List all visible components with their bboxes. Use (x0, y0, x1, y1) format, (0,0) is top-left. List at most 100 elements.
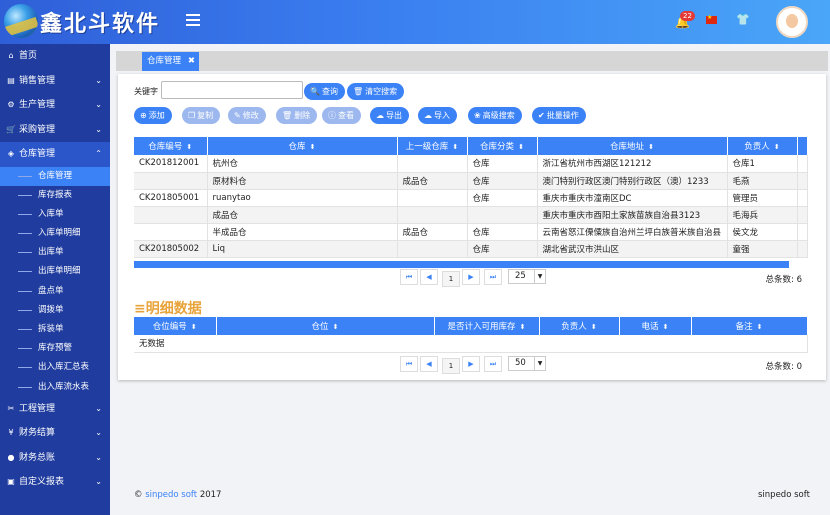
table-cell (797, 172, 808, 190)
column-header-6[interactable] (797, 137, 808, 155)
column-header-1[interactable]: 仓库 ⬍ (207, 137, 398, 155)
table-row[interactable]: 成品仓 重庆市重庆市酉阳土家族苗族自治县3123 毛海兵 (134, 206, 808, 224)
menu-toggle-icon[interactable] (186, 14, 200, 26)
clear-search-button[interactable]: 🗑 清空搜索 (347, 83, 405, 100)
toolbar-button-0[interactable]: ⊕ 添加 (134, 107, 172, 124)
sidebar-item-label: 财务结算 (19, 428, 56, 439)
sidebar-item-label: 自定义报表 (19, 477, 65, 488)
sidebar-item-label: 工程管理 (19, 403, 56, 414)
sidebar-item-bottom-3[interactable]: ▣ 自定义报表 ⌄ (0, 470, 110, 495)
next-page-icon[interactable]: ▶ (462, 269, 480, 285)
toolbar-button-1[interactable]: ❐ 复制 (182, 107, 221, 124)
toolbar-button-label: 修改 (242, 111, 259, 120)
column-header-0[interactable]: 仓库编号 ⬍ (134, 137, 208, 155)
chevron-icon: ⌃ (95, 149, 102, 158)
sidebar-subitem-7[interactable]: 调拨单 (0, 301, 110, 320)
toolbar-button-3[interactable]: 🗑 删除 (276, 107, 318, 124)
table-cell: Liq (207, 240, 398, 258)
table-cell: 湖北省武汉市洪山区 (537, 240, 728, 258)
cloud-upload-icon: ☁ (376, 111, 384, 120)
page-size-select[interactable]: 25 ▼ (508, 269, 546, 284)
info-icon: ⓘ (328, 111, 336, 120)
detail-column-header-2[interactable]: 是否计入可用库存 ⬍ (434, 317, 540, 335)
sidebar-subitem-0[interactable]: 仓库管理 (0, 166, 110, 186)
detail-column-header-0[interactable]: 仓位编号 ⬍ (134, 317, 217, 335)
toolbar-button-4[interactable]: ⓘ 查看 (322, 107, 361, 124)
column-header-label: 负责人 (561, 322, 587, 332)
sidebar-subitem-3[interactable]: 入库单明细 (0, 224, 110, 243)
page-size-value: 25 (515, 271, 526, 281)
sidebar-subitem-5[interactable]: 出库单明细 (0, 262, 110, 281)
user-avatar[interactable] (776, 6, 808, 38)
prev-page-icon[interactable]: ◀ (420, 269, 438, 285)
column-header-5[interactable]: 负责人 ⬍ (727, 137, 798, 155)
column-header-2[interactable]: 上一级仓库 ⬍ (397, 137, 468, 155)
sidebar-item-top-0[interactable]: ⌂ 首页 (0, 44, 110, 69)
sidebar-item-label: 采购管理 (19, 124, 56, 135)
last-page-icon[interactable]: ⏭ (484, 356, 502, 372)
toolbar-button-8[interactable]: ✔ 批量操作 (532, 107, 586, 124)
sidebar-item-top-4[interactable]: ◈ 仓库管理 ⌃ (0, 142, 110, 167)
tools-icon: ✂ (7, 403, 15, 413)
paw-icon: ❀ (474, 111, 481, 120)
theme-shirt-icon[interactable]: 👕 (736, 13, 750, 26)
company-link[interactable]: sinpedo soft (145, 490, 197, 500)
detail-column-header-4[interactable]: 电话 ⬍ (619, 317, 692, 335)
table-cell (397, 189, 468, 207)
toolbar-button-6[interactable]: ☁ 导入 (418, 107, 457, 124)
toolbar-button-2[interactable]: ✎ 修改 (228, 107, 266, 124)
toolbar-button-7[interactable]: ❀ 高级搜索 (468, 107, 522, 124)
cart-icon: 🛒 (6, 124, 16, 134)
table-row[interactable]: CK201805002 Liq 仓库 湖北省武汉市洪山区 童强 (134, 240, 808, 258)
detail-column-header-1[interactable]: 仓位 ⬍ (216, 317, 435, 335)
table-row[interactable]: 半成品仓 成品仓 仓库 云南省怒江傈僳族自治州兰坪白族普米族自治县 侯文龙 (134, 223, 808, 241)
detail-column-header-5[interactable]: 备注 ⬍ (691, 317, 808, 335)
sidebar-subitem-4[interactable]: 出库单 (0, 243, 110, 262)
query-button[interactable]: 🔍 查询 (304, 83, 345, 100)
check-circle-icon: ✔ (538, 111, 545, 120)
sidebar-item-top-2[interactable]: ⚙ 生产管理 ⌄ (0, 93, 110, 118)
sidebar-subitem-11[interactable]: 出入库流水表 (0, 378, 110, 397)
table-cell (134, 206, 208, 224)
tab-warehouse-management[interactable]: 仓库管理 ✖ (142, 52, 200, 71)
sidebar-item-top-3[interactable]: 🛒 采购管理 ⌄ (0, 118, 110, 143)
table-cell: 云南省怒江傈僳族自治州兰坪白族普米族自治县 (537, 223, 728, 241)
sidebar-subitem-2[interactable]: 入库单 (0, 205, 110, 224)
pager: ⏮ ◀ 1 ▶ ⏭ 50 ▼ (400, 356, 550, 374)
sidebar-subitem-6[interactable]: 盘点单 (0, 282, 110, 301)
first-page-icon[interactable]: ⏮ (400, 356, 418, 372)
next-page-icon[interactable]: ▶ (462, 356, 480, 372)
page-number[interactable]: 1 (442, 271, 460, 287)
table-row[interactable]: 原材料仓 成品仓 仓库 澳门特别行政区澳门特别行政区（澳）1233 毛燕 (134, 172, 808, 190)
sidebar-item-label: 销售管理 (19, 75, 56, 86)
table-row[interactable]: CK201805001 ruanytao 仓库 重庆市重庆市潼南区DC 管理员 (134, 189, 808, 207)
last-page-icon[interactable]: ⏭ (484, 269, 502, 285)
first-page-icon[interactable]: ⏮ (400, 269, 418, 285)
sidebar-item-bottom-0[interactable]: ✂ 工程管理 ⌄ (0, 397, 110, 422)
detail-column-header-3[interactable]: 负责人 ⬍ (539, 317, 620, 335)
sidebar-subitem-9[interactable]: 库存预警 (0, 339, 110, 358)
page-number[interactable]: 1 (442, 358, 460, 374)
china-flag-icon[interactable] (706, 14, 717, 24)
horizontal-scrollbar[interactable] (134, 261, 789, 268)
sidebar-subitem-8[interactable]: 拆装单 (0, 320, 110, 339)
column-header-4[interactable]: 仓库地址 ⬍ (537, 137, 728, 155)
sidebar-item-bottom-2[interactable]: ● 财务总账 ⌄ (0, 446, 110, 471)
sidebar-subitem-1[interactable]: 库存报表 (0, 186, 110, 205)
close-icon[interactable]: ✖ (188, 52, 195, 71)
sidebar-item-top-1[interactable]: ▤ 销售管理 ⌄ (0, 69, 110, 94)
toolbar-button-label: 删除 (294, 111, 311, 120)
table-cell: CK201805002 (134, 240, 208, 258)
prev-page-icon[interactable]: ◀ (420, 356, 438, 372)
sidebar-item-bottom-1[interactable]: ¥ 财务结算 ⌄ (0, 421, 110, 446)
brand-name: 鑫北斗软件 (40, 11, 161, 37)
tab-label: 仓库管理 (147, 56, 182, 66)
table-cell: 仓库 (467, 155, 538, 173)
column-header-3[interactable]: 仓库分类 ⬍ (467, 137, 538, 155)
table-row[interactable]: CK201812001 杭州仓 仓库 浙江省杭州市西湖区121212 仓库1 (134, 155, 808, 173)
toolbar-button-5[interactable]: ☁ 导出 (370, 107, 409, 124)
table-cell: 杭州仓 (207, 155, 398, 173)
keyword-input[interactable] (161, 81, 303, 99)
page-size-select[interactable]: 50 ▼ (508, 356, 546, 371)
sidebar-subitem-10[interactable]: 出入库汇总表 (0, 358, 110, 377)
